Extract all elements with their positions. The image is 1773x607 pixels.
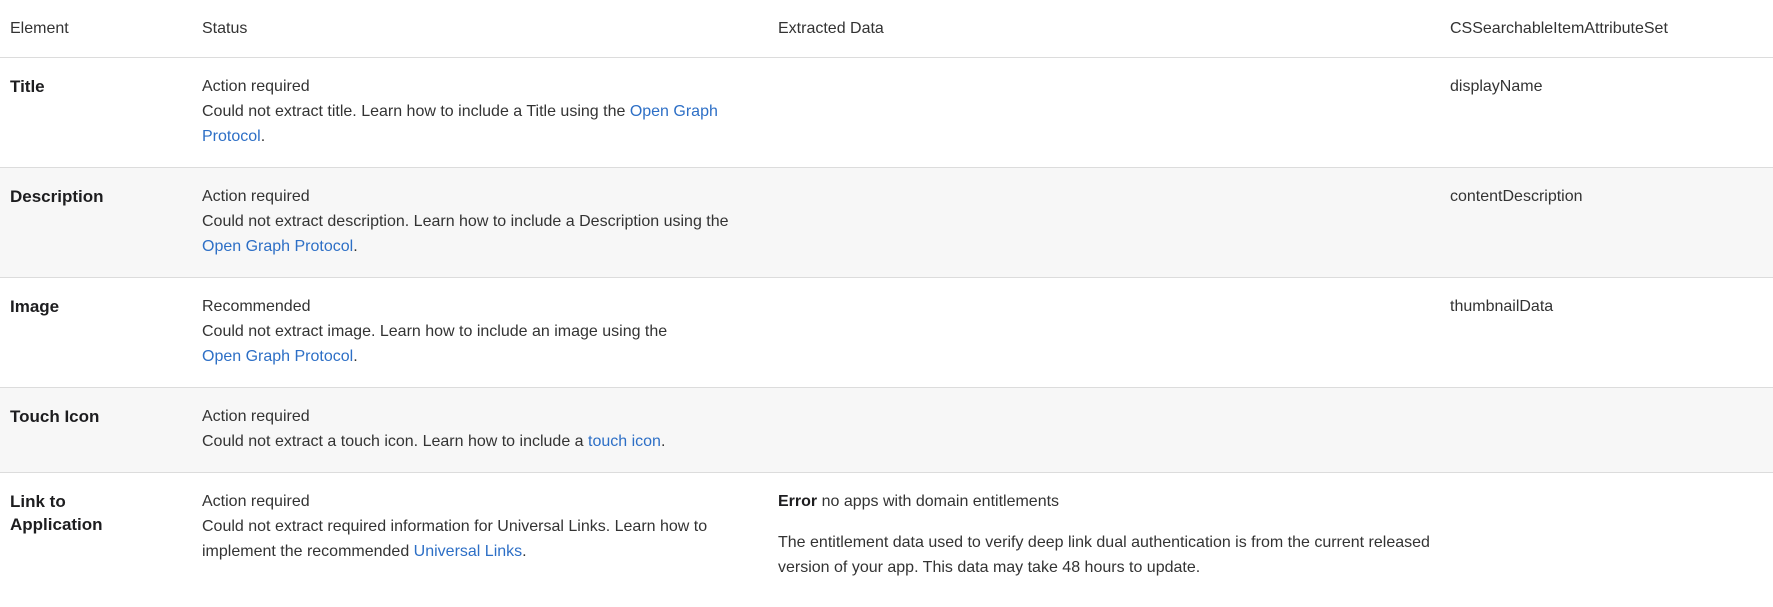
validation-results-table: Element Status Extracted Data CSSearchab… (0, 0, 1773, 607)
touch-icon-link[interactable]: touch icon (588, 433, 661, 450)
element-name-title: Title (10, 77, 45, 96)
error-label: Error (778, 493, 818, 510)
table-row-image: Image Recommended Could not extract imag… (0, 278, 1773, 388)
extracted-data-cell: Error no apps with domain entitlements T… (778, 489, 1450, 607)
status-label: Action required (202, 408, 310, 425)
table-row-description: Description Action required Could not ex… (0, 168, 1773, 278)
error-description: The entitlement data used to verify deep… (778, 534, 1430, 576)
status-label: Recommended (202, 298, 311, 315)
error-message: Error no apps with domain entitlements (778, 489, 1430, 514)
table-row-touch-icon: Touch Icon Action required Could not ext… (0, 388, 1773, 473)
status-label: Action required (202, 188, 310, 205)
header-element: Element (10, 20, 69, 37)
extracted-data-cell (778, 404, 1450, 472)
header-attribute-set: CSSearchableItemAttributeSet (1450, 20, 1668, 37)
status-label: Action required (202, 78, 310, 95)
element-name-touch-icon: Touch Icon (10, 407, 100, 426)
attribute-value (1450, 489, 1773, 607)
element-name-link-to-application: Link to Application (10, 492, 103, 534)
status-message: Could not extract a touch icon. Learn ho… (202, 433, 666, 450)
status-label: Action required (202, 493, 310, 510)
extracted-data-cell (778, 184, 1450, 277)
table-header-row: Element Status Extracted Data CSSearchab… (0, 0, 1773, 58)
open-graph-protocol-link[interactable]: Open Graph Protocol (202, 238, 353, 255)
element-name-description: Description (10, 187, 104, 206)
status-message: Could not extract description. Learn how… (202, 213, 729, 255)
error-text: no apps with domain entitlements (821, 493, 1060, 510)
status-message: Could not extract title. Learn how to in… (202, 103, 718, 145)
attribute-value: contentDescription (1450, 188, 1583, 205)
extracted-data-cell (778, 74, 1450, 167)
table-row-title: Title Action required Could not extract … (0, 58, 1773, 168)
attribute-value: displayName (1450, 78, 1543, 95)
attribute-value: thumbnailData (1450, 298, 1554, 315)
attribute-value (1450, 404, 1773, 472)
extracted-data-cell (778, 294, 1450, 387)
status-message: Could not extract required information f… (202, 518, 708, 560)
open-graph-protocol-link[interactable]: Open Graph Protocol (202, 348, 353, 365)
table-row-link-to-application: Link to Application Action required Coul… (0, 473, 1773, 607)
universal-links-link[interactable]: Universal Links (414, 543, 522, 560)
element-name-image: Image (10, 297, 60, 316)
header-extracted-data: Extracted Data (778, 20, 884, 37)
status-message: Could not extract image. Learn how to in… (202, 323, 668, 365)
header-status: Status (202, 20, 248, 37)
